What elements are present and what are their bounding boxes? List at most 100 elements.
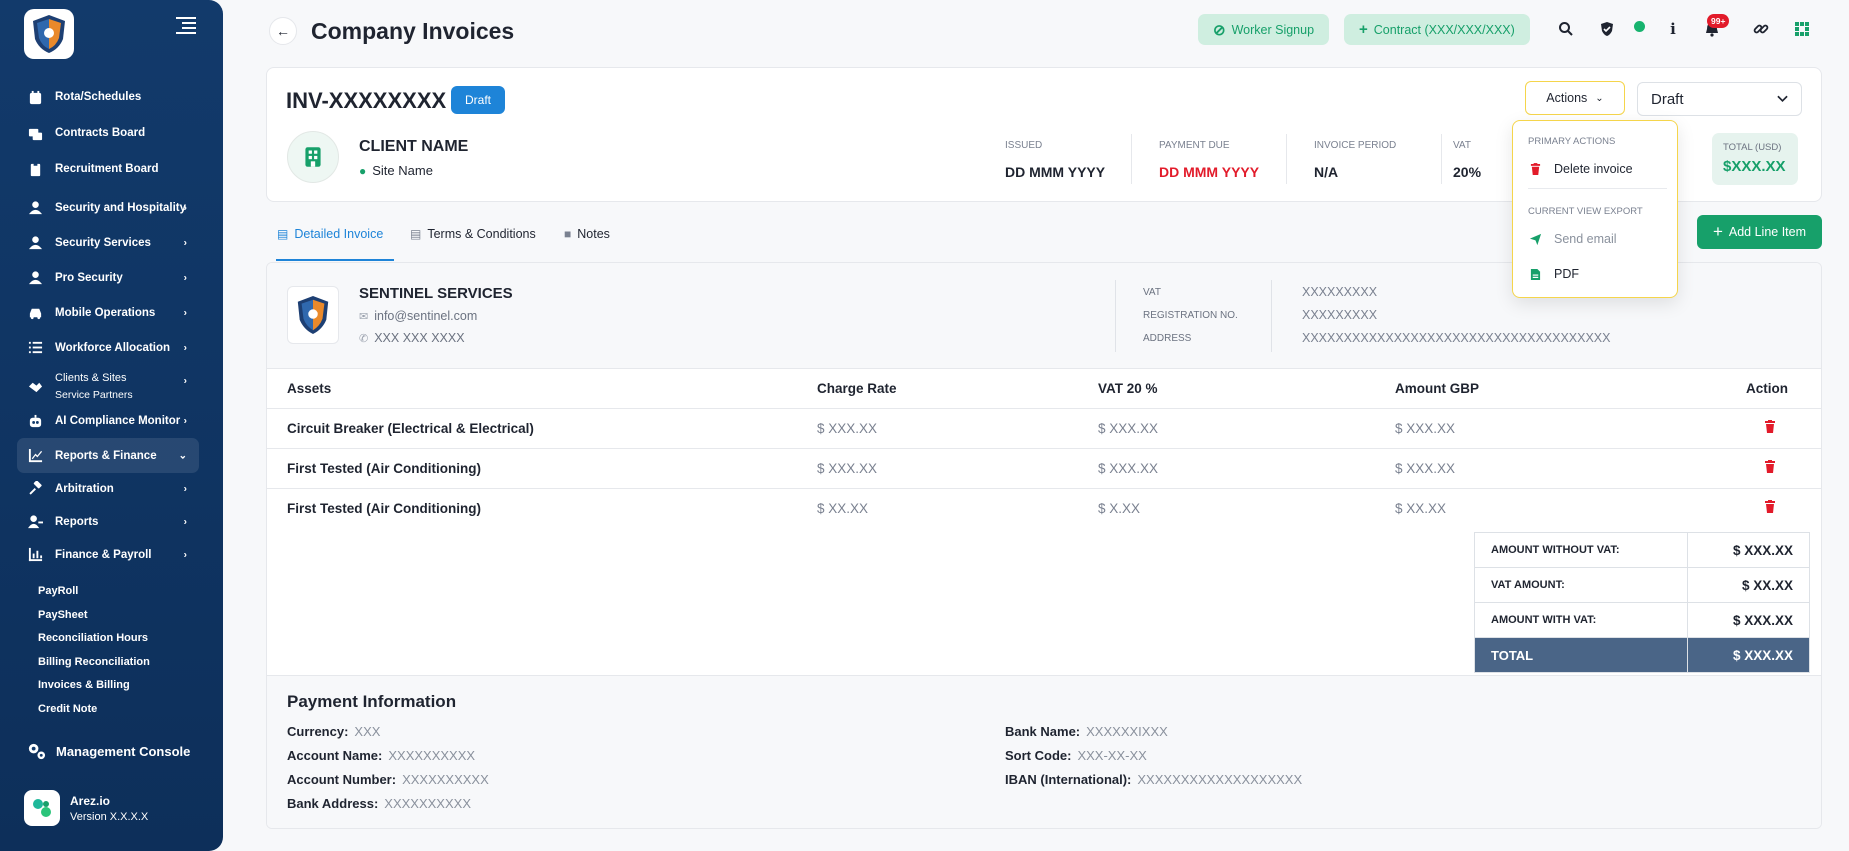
payment-field: Currency: XXX: [287, 724, 380, 739]
chevron-right-icon: ›: [183, 415, 187, 427]
delete-row-trash-icon[interactable]: [1764, 499, 1776, 514]
subnav-credit-note[interactable]: Credit Note: [38, 698, 150, 722]
list-icon: [27, 340, 43, 356]
table-row: First Tested (Air Conditioning) $ XXX.XX…: [267, 448, 1821, 489]
delete-row-trash-icon[interactable]: [1764, 419, 1776, 434]
client-avatar: [287, 131, 339, 183]
menu-toggle-icon[interactable]: [176, 16, 196, 34]
table-header-row: Assets Charge Rate VAT 20 % Amount GBP A…: [267, 369, 1821, 409]
subnav-invoices-billing[interactable]: Invoices & Billing: [38, 674, 150, 698]
action-cell: [1620, 488, 1821, 528]
actions-button[interactable]: Actions ⌄: [1525, 81, 1625, 115]
trash-icon: [1528, 162, 1542, 176]
sidebar-item-rota[interactable]: Rota/Schedules: [17, 83, 199, 111]
shield-logo-icon: [33, 15, 65, 53]
payment-field: Account Name: XXXXXXXXXX: [287, 748, 475, 763]
vat-cell: $ XXX.XX: [1098, 408, 1395, 449]
management-console-label: Management Console: [56, 744, 191, 759]
shield-check-icon[interactable]: [1593, 15, 1621, 43]
board-icon: [27, 125, 43, 141]
sidebar-item-reports-finance[interactable]: Reports & Finance ⌄: [17, 438, 199, 473]
chevron-down-icon: ⌄: [1595, 92, 1604, 104]
sidebar-item-contracts-board[interactable]: Contracts Board: [17, 119, 199, 147]
tab-label: Notes: [577, 227, 610, 241]
contract-button[interactable]: + Contract (XXX/XXX/XXX): [1344, 14, 1530, 45]
tab-notes[interactable]: ■ Notes: [564, 227, 610, 241]
chain-link-icon[interactable]: [1747, 15, 1775, 43]
sidebar-item-ai-compliance[interactable]: AI Compliance Monitor ›: [17, 407, 199, 435]
status-select-value: Draft: [1651, 90, 1684, 108]
sidebar-item-reports[interactable]: Reports ›: [17, 504, 199, 539]
invoice-detail-panel: SENTINEL SERVICES ✉ info@sentinel.com ✆ …: [266, 262, 1822, 829]
document-icon: ▤: [277, 227, 289, 241]
tab-detailed-invoice[interactable]: ▤ Detailed Invoice: [277, 227, 383, 241]
sidebar-item-label: Finance & Payroll: [55, 548, 152, 561]
management-console-link[interactable]: Management Console: [27, 742, 190, 761]
chart-icon: [27, 448, 43, 464]
info-icon[interactable]: i: [1659, 15, 1687, 43]
summary-label: VAT AMOUNT:: [1474, 567, 1688, 603]
worker-signup-button[interactable]: ⊘ Worker Signup: [1198, 14, 1330, 45]
sidebar-item-security-hospitality[interactable]: Security and Hospitality ›: [17, 190, 199, 225]
envelope-icon: ✉: [359, 310, 369, 323]
meta-invoice-period: INVOICE PERIOD N/A: [1314, 140, 1396, 180]
company-email-value: info@sentinel.com: [374, 309, 478, 323]
search-icon[interactable]: [1552, 15, 1580, 43]
chevron-right-icon: ›: [183, 307, 187, 318]
finance-subnav: PayRoll PaySheet Reconciliation Hours Bi…: [38, 580, 150, 722]
subnav-billing-reconciliation[interactable]: Billing Reconciliation: [38, 651, 150, 675]
send-icon: [1528, 233, 1542, 246]
divider: [1271, 280, 1272, 352]
sidebar-item-arbitration[interactable]: Arbitration ›: [17, 471, 199, 506]
total-value: $XXX.XX: [1723, 158, 1786, 175]
divider: [1286, 134, 1287, 184]
payment-field: Bank Name: XXXXXXIXXX: [1005, 724, 1168, 739]
column-header: Charge Rate: [817, 369, 1098, 409]
contract-label: Contract (XXX/XXX/XXX): [1373, 22, 1515, 37]
meta-value: N/A: [1314, 164, 1339, 180]
summary-row: AMOUNT WITHOUT VAT: $ XXX.XX: [1474, 532, 1811, 568]
add-line-item-button[interactable]: + Add Line Item: [1697, 215, 1822, 249]
registration-key: REGISTRATION NO.: [1143, 310, 1238, 321]
delete-invoice-item[interactable]: Delete invoice: [1528, 162, 1633, 176]
sidebar-item-security-services[interactable]: Security Services ›: [17, 225, 199, 260]
delete-row-trash-icon[interactable]: [1764, 459, 1776, 474]
chevron-right-icon: ›: [183, 516, 187, 527]
pdf-item[interactable]: PDF: [1528, 267, 1579, 281]
sidebar-item-finance-payroll[interactable]: Finance & Payroll ›: [17, 537, 199, 572]
payment-title: Payment Information: [287, 692, 457, 711]
send-email-item[interactable]: Send email: [1528, 232, 1617, 246]
subnav-payroll[interactable]: PayRoll: [38, 580, 150, 604]
sidebar-item-label: AI Compliance Monitor: [55, 415, 181, 427]
building-icon: [305, 147, 321, 167]
sidebar-item-mobile-operations[interactable]: Mobile Operations ›: [17, 295, 199, 330]
sidebar-item-pro-security[interactable]: Pro Security ›: [17, 260, 199, 295]
totals-summary: AMOUNT WITHOUT VAT: $ XXX.XX VAT AMOUNT:…: [1474, 532, 1811, 673]
sidebar-item-workforce-allocation[interactable]: Workforce Allocation ›: [17, 330, 199, 365]
sidebar-item-label: Contracts Board: [55, 127, 146, 139]
meta-value: DD MMM YYYY: [1005, 164, 1106, 180]
total-label: TOTAL (USD): [1723, 142, 1782, 153]
summary-total-row: TOTAL $ XXX.XX: [1474, 637, 1811, 673]
meta-key: INVOICE PERIOD: [1314, 140, 1397, 151]
meta-key: PAYMENT DUE: [1159, 140, 1230, 151]
action-cell: [1620, 448, 1821, 489]
action-cell: [1620, 408, 1821, 449]
company-phone: ✆ XXX XXX XXXX: [359, 331, 465, 345]
subnav-paysheet[interactable]: PaySheet: [38, 604, 150, 628]
grid-apps-icon[interactable]: [1788, 15, 1816, 43]
subnav-reconciliation-hours[interactable]: Reconciliation Hours: [38, 627, 150, 651]
tab-terms-conditions[interactable]: ▤ Terms & Conditions: [410, 227, 536, 241]
robot-icon: [27, 413, 43, 429]
summary-row: VAT AMOUNT: $ XX.XX: [1474, 567, 1811, 603]
asset-cell: First Tested (Air Conditioning): [267, 448, 817, 489]
rate-cell: $ XXX.XX: [817, 408, 1098, 449]
sidebar-item-label: Security Services: [55, 236, 151, 249]
tab-label: Detailed Invoice: [294, 227, 384, 241]
status-select[interactable]: Draft: [1637, 82, 1802, 116]
sentinel-logo[interactable]: [24, 9, 74, 59]
sidebar-item-clients-sites[interactable]: Clients & Sites Service Partners ›: [17, 365, 199, 407]
sidebar-item-recruitment-board[interactable]: Recruitment Board: [17, 155, 199, 183]
back-button[interactable]: ←: [269, 17, 297, 45]
total-usd-box: TOTAL (USD) $XXX.XX: [1712, 133, 1798, 185]
